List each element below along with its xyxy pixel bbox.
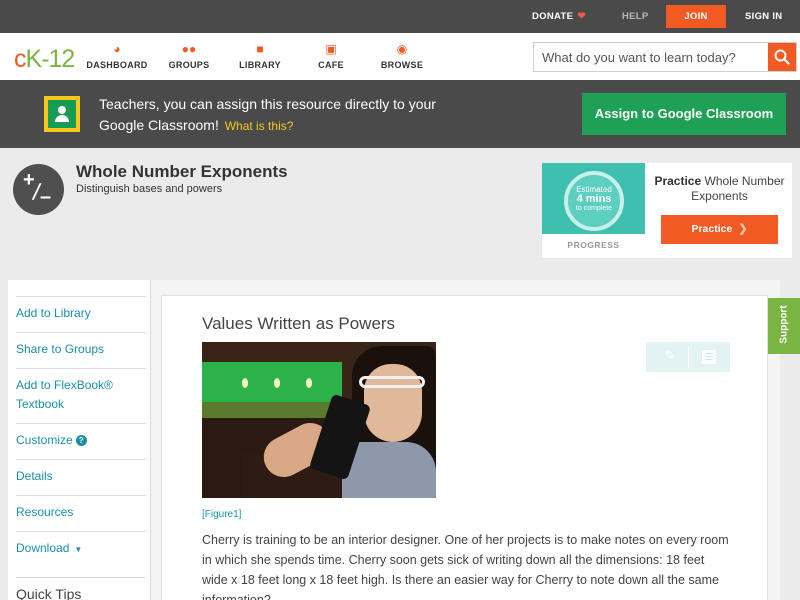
nav-dashboard[interactable]: ◕ DASHBOARD — [82, 41, 152, 70]
logo-c: c — [14, 45, 26, 73]
lesson-sidebar: Add to Library Share to Groups Add to Fl… — [8, 280, 150, 600]
assign-google-classroom-button[interactable]: Assign to Google Classroom — [582, 93, 786, 135]
what-is-this-link[interactable]: What is this? — [225, 119, 294, 133]
details-link[interactable]: Details — [16, 459, 146, 486]
browse-icon: ◉ — [396, 42, 408, 56]
dashboard-icon: ◕ — [113, 42, 121, 56]
google-classroom-banner: Teachers, you can assign this resource d… — [0, 80, 800, 148]
nav-groups[interactable]: ●● GROUPS — [154, 41, 224, 70]
page-subtitle: Distinguish bases and powers — [76, 183, 223, 195]
practice-button-label: Practice — [691, 223, 733, 235]
pencil-icon[interactable]: ✎ — [664, 347, 676, 364]
plus-minus-icon: + / – — [13, 164, 64, 215]
nav-cafe-label: CAFE — [318, 60, 344, 70]
top-utility-bar: DONATE ❤ HELP JOIN SIGN IN — [0, 0, 800, 33]
nav-groups-label: GROUPS — [168, 60, 210, 70]
download-link[interactable]: Download ▼ — [16, 531, 146, 559]
main-navigation: cK-12 ◕ DASHBOARD ●● GROUPS ■ LIBRARY ▣ … — [0, 33, 800, 80]
banner-text: Teachers, you can assign this resource d… — [99, 94, 439, 137]
support-label: Support — [778, 305, 790, 344]
support-tab[interactable]: Support — [768, 298, 800, 354]
google-classroom-icon — [44, 96, 80, 132]
progress-panel: Estimated 4 mins to complete — [542, 163, 645, 234]
nav-dashboard-label: DASHBOARD — [86, 60, 148, 70]
help-link[interactable]: HELP — [622, 0, 649, 33]
nav-cafe[interactable]: ▣ CAFE — [296, 41, 366, 70]
section-title: Values Written as Powers — [202, 314, 396, 333]
quick-tips-heading: Quick Tips — [16, 577, 146, 600]
nav-library-label: LIBRARY — [239, 60, 281, 70]
nav-browse-label: BROWSE — [380, 60, 424, 70]
logo-12: -12 — [41, 45, 75, 73]
practice-card: Estimated 4 mins to complete PROGRESS Pr… — [542, 163, 792, 258]
estimated-mins: 4 mins — [576, 193, 612, 205]
chevron-right-icon: ❯ — [738, 223, 748, 235]
nav-library[interactable]: ■ LIBRARY — [225, 41, 295, 70]
practice-button[interactable]: Practice ❯ — [661, 215, 778, 244]
progress-label: PROGRESS — [567, 240, 620, 250]
content-tools: ✎ — [646, 342, 730, 372]
library-icon: ■ — [256, 42, 264, 56]
add-to-library-link[interactable]: Add to Library — [16, 296, 146, 323]
share-to-groups-link[interactable]: Share to Groups — [16, 332, 146, 359]
practice-title: Practice Whole Number Exponents — [652, 174, 787, 204]
practice-title-rest: Whole Number Exponents — [691, 174, 785, 203]
resources-link[interactable]: Resources — [16, 495, 146, 522]
to-complete-label: to complete — [575, 205, 613, 212]
search-box — [533, 42, 797, 72]
cafe-icon: ▣ — [325, 42, 337, 56]
donate-label: DONATE — [532, 11, 574, 22]
heart-icon: ❤ — [577, 11, 586, 22]
search-input[interactable] — [534, 43, 768, 71]
download-label: Download — [16, 541, 70, 555]
lesson-figure-image — [202, 342, 436, 498]
add-to-flexbook-link[interactable]: Add to FlexBook® Textbook — [16, 368, 146, 414]
figure-label[interactable]: [Figure1] — [202, 509, 241, 520]
practice-title-bold: Practice — [654, 174, 702, 188]
customize-link[interactable]: Customize? — [16, 423, 146, 450]
help-icon[interactable]: ? — [75, 435, 87, 446]
lesson-paragraph: Cherry is training to be an interior des… — [202, 533, 729, 600]
notes-icon[interactable] — [702, 350, 716, 364]
groups-icon: ●● — [181, 42, 197, 56]
search-icon — [774, 49, 790, 65]
logo-k: K — [25, 45, 43, 73]
sign-in-link[interactable]: SIGN IN — [745, 0, 782, 33]
ck12-logo[interactable]: cK-12 — [14, 45, 75, 74]
customize-label: Customize — [16, 433, 73, 447]
join-button[interactable]: JOIN — [666, 5, 726, 28]
caret-down-icon: ▼ — [74, 545, 83, 554]
progress-ring: Estimated 4 mins to complete — [564, 171, 624, 231]
search-button[interactable] — [768, 43, 796, 71]
donate-link[interactable]: DONATE ❤ — [532, 0, 586, 33]
page-title: Whole Number Exponents — [76, 162, 288, 181]
nav-browse[interactable]: ◉ BROWSE — [367, 41, 437, 70]
